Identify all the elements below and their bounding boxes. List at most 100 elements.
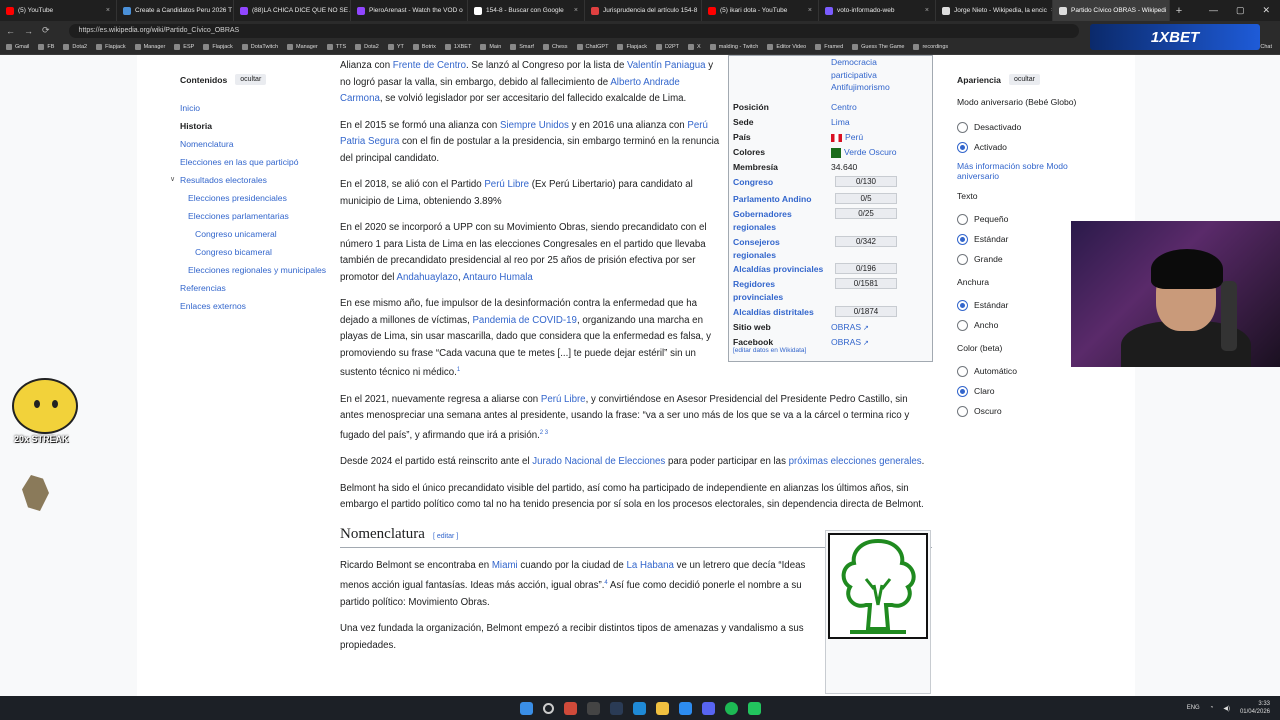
bookmark-item[interactable]: Dota2	[355, 44, 379, 50]
bookmark-item[interactable]: Guess The Game	[852, 44, 904, 50]
browser-tab[interactable]: voto-informado-web ×	[819, 0, 936, 21]
volume-icon[interactable]: ◀)	[1223, 705, 1230, 712]
toc-item[interactable]: Enlaces externos	[180, 297, 330, 315]
browser-tab[interactable]: Jurisprudencia del artículo 154-8×	[585, 0, 702, 21]
forward-icon[interactable]: →	[24, 26, 33, 36]
toc-item[interactable]: Elecciones en las que participó	[180, 153, 330, 171]
new-tab-icon[interactable]: +	[1170, 5, 1188, 17]
seat-label[interactable]: Alcaldías provinciales	[733, 263, 825, 276]
folder-icon[interactable]	[655, 701, 669, 715]
window-control-icon[interactable]: —	[1209, 5, 1218, 16]
chat-bookmark[interactable]: Chat	[1260, 44, 1280, 50]
app-icon[interactable]	[678, 701, 692, 715]
radio-option[interactable]: Claro	[957, 381, 1107, 401]
toc-item[interactable]: Nomenclatura	[180, 135, 330, 153]
toc-item[interactable]: Elecciones parlamentarias	[180, 207, 330, 225]
close-icon[interactable]: ×	[808, 7, 812, 14]
edit-link[interactable]: [ editar ]	[433, 533, 458, 540]
link[interactable]: La Habana	[627, 560, 674, 571]
external-link[interactable]: OBRAS	[831, 337, 861, 347]
window-control-icon[interactable]: ✕	[1262, 5, 1270, 16]
discord-icon[interactable]	[701, 701, 715, 715]
bookmark-item[interactable]: DotaTwitch	[241, 44, 278, 50]
link[interactable]: Valentín Paniagua	[627, 60, 705, 71]
url-field[interactable]: https://es.wikipedia.org/wiki/Partido_Cí…	[68, 23, 1079, 38]
bookmark-item[interactable]: Flapjack	[96, 44, 126, 50]
seat-label[interactable]: Alcaldías distritales	[733, 306, 825, 319]
radio-button[interactable]	[957, 385, 968, 397]
infobox-value[interactable]: OBRAS ↗	[831, 336, 869, 350]
radio-button[interactable]	[957, 233, 968, 245]
infobox-value[interactable]: Centro	[831, 101, 857, 114]
bookmark-item[interactable]: Botrix	[412, 44, 436, 50]
bookmark-item[interactable]: malding - Twitch	[709, 44, 758, 50]
app-icon[interactable]	[586, 701, 600, 715]
toc-item[interactable]: Congreso unicameral	[180, 225, 330, 243]
browser-tab[interactable]: Partido Cívico OBRAS - Wikipedi×	[1053, 0, 1170, 21]
browser-tab[interactable]: (5) YouTube ×	[0, 0, 117, 21]
window-control-icon[interactable]: ▢	[1236, 5, 1245, 16]
radio-button[interactable]	[957, 319, 968, 331]
ideology-item[interactable]: participativa	[831, 69, 890, 82]
bookmark-item[interactable]: TTS	[326, 44, 346, 50]
bookmark-item[interactable]: Framed	[815, 44, 843, 50]
infobox-value-text[interactable]: Perú	[845, 132, 863, 142]
bookmark-item[interactable]: recordings	[913, 44, 948, 50]
clock[interactable]: 3:33 01/04/2026	[1240, 700, 1270, 716]
external-link[interactable]: OBRAS	[831, 322, 861, 332]
infobox-value[interactable]: Verde Oscuro	[831, 146, 897, 159]
browser-tab[interactable]: (88)LA CHICA DICE QUE NO SE A×	[234, 0, 351, 21]
radio-button[interactable]	[957, 121, 968, 133]
link[interactable]: Miami	[492, 560, 518, 571]
search-icon[interactable]	[542, 702, 554, 714]
toc-item[interactable]: Elecciones presidenciales	[180, 189, 330, 207]
seat-label[interactable]: Gobernadores regionales	[733, 208, 825, 234]
reload-icon[interactable]: ⟳	[42, 25, 50, 36]
bookmark-item[interactable]: Manager	[287, 44, 318, 50]
bookmark-item[interactable]: ESP	[174, 44, 194, 50]
toc-item[interactable]: ∨ Resultados electorales	[170, 171, 330, 189]
link[interactable]: Jurado Nacional de Elecciones	[532, 456, 665, 467]
bookmark-item[interactable]: Chess	[542, 44, 568, 50]
ideology-item[interactable]: Democracia	[831, 56, 890, 69]
bookmark-item[interactable]: Editor Video	[767, 44, 806, 50]
wifi-icon[interactable]: ◔	[1210, 705, 1214, 711]
browser-tab[interactable]: Create a Candidatos Peru 2026 T×	[117, 0, 234, 21]
close-icon[interactable]: ×	[574, 7, 578, 14]
bookmark-item[interactable]: Flapjack	[203, 44, 233, 50]
radio-option[interactable]: Desactivado	[957, 117, 1107, 137]
bookmark-item[interactable]: X	[688, 44, 701, 50]
steam-icon[interactable]	[609, 701, 623, 715]
app-icon[interactable]	[747, 701, 761, 715]
radio-button[interactable]	[957, 405, 968, 417]
link[interactable]: Pandemia de COVID-19	[472, 315, 576, 326]
start-icon[interactable]	[519, 701, 533, 715]
bookmark-item[interactable]: Manager	[134, 44, 165, 50]
bookmark-item[interactable]: Main	[480, 44, 501, 50]
toc-item[interactable]: Inicio	[180, 99, 330, 117]
edge-icon[interactable]	[632, 701, 646, 715]
seat-label[interactable]: Congreso	[733, 176, 831, 189]
seat-label[interactable]: Regidores provinciales	[733, 278, 825, 304]
toc-item[interactable]: Historia	[180, 117, 330, 135]
infobox-value[interactable]: Lima	[831, 116, 850, 129]
browser-tab[interactable]: Jorge Nieto - Wikipedia, la encic×	[936, 0, 1053, 21]
bookmark-item[interactable]: Dota2	[63, 44, 87, 50]
back-icon[interactable]: ←	[6, 26, 15, 36]
mode-info-link[interactable]: Más información sobre Modo aniversario	[957, 161, 1107, 181]
seat-label[interactable]: Consejeros regionales	[733, 236, 825, 262]
infobox-value[interactable]: OBRAS ↗	[831, 321, 869, 335]
toc-item[interactable]: Elecciones regionales y municipales	[180, 265, 330, 275]
link[interactable]: Perú Libre	[484, 179, 529, 190]
radio-button[interactable]	[957, 365, 968, 377]
language-indicator[interactable]: ENG	[1187, 705, 1200, 711]
citation[interactable]: 2 3	[540, 430, 548, 436]
link[interactable]: Frente de Centro	[393, 60, 466, 71]
toc-item[interactable]: Congreso bicameral	[180, 243, 330, 261]
bookmark-item[interactable]: FB	[38, 44, 54, 50]
spotify-icon[interactable]	[724, 701, 738, 715]
browser-tab[interactable]: PieroArenast - Watch the VOD o×	[351, 0, 468, 21]
bookmark-item[interactable]: D2PT	[655, 44, 679, 50]
infobox-value-text[interactable]: Verde Oscuro	[844, 147, 897, 157]
ideology-item[interactable]: Antifujimorismo	[831, 81, 890, 94]
